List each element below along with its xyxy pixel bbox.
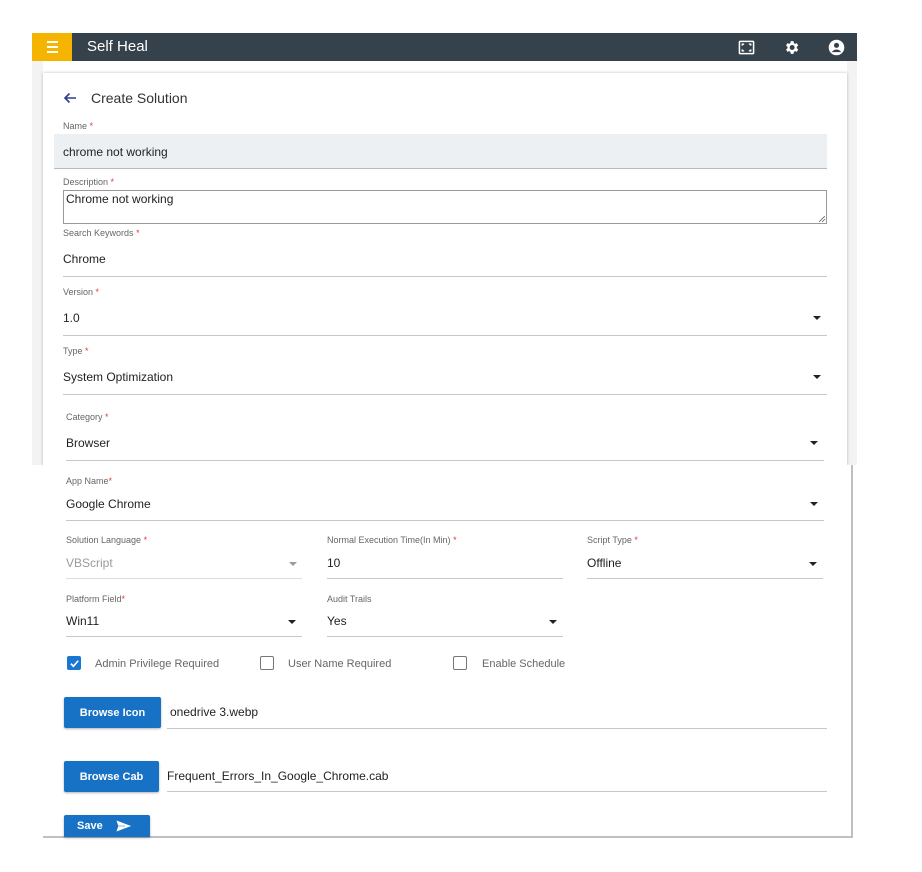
menu-button[interactable]	[32, 33, 72, 61]
app-name-select[interactable]: Google Chrome	[66, 497, 151, 511]
description-label: Description *	[63, 177, 115, 187]
audit-underline	[327, 636, 563, 637]
exec-time-label: Normal Execution Time(In Min) *	[327, 535, 457, 545]
username-required-checkbox[interactable]	[260, 656, 274, 670]
app-name-label: App Name*	[66, 476, 113, 486]
left-gutter	[32, 61, 43, 465]
fullscreen-icon[interactable]	[738, 39, 755, 56]
version-underline	[63, 335, 827, 336]
app-title: Self Heal	[87, 38, 148, 55]
name-field[interactable]	[54, 134, 827, 169]
chevron-down-icon[interactable]	[289, 562, 297, 566]
category-label: Category *	[66, 412, 109, 422]
chevron-down-icon[interactable]	[813, 316, 821, 320]
check-icon	[69, 659, 79, 667]
chevron-down-icon[interactable]	[810, 441, 818, 445]
platform-label: Platform Field*	[66, 594, 126, 604]
enable-schedule-checkbox[interactable]	[453, 656, 467, 670]
icon-file-name: onedrive 3.webp	[170, 705, 259, 719]
save-button[interactable]: Save	[64, 815, 150, 837]
solution-language-label: Solution Language *	[66, 535, 148, 545]
save-label: Save	[77, 820, 103, 832]
chevron-down-icon[interactable]	[809, 562, 817, 566]
platform-select[interactable]: Win11	[66, 614, 99, 628]
keywords-input[interactable]: Chrome	[63, 252, 106, 266]
name-value: chrome not working	[63, 145, 168, 159]
enable-schedule-label: Enable Schedule	[482, 658, 566, 670]
keywords-label: Search Keywords *	[63, 228, 140, 238]
script-type-label: Script Type *	[587, 535, 638, 545]
admin-privilege-checkbox[interactable]	[67, 656, 81, 670]
audit-label: Audit Trails	[327, 594, 372, 604]
chevron-down-icon[interactable]	[288, 620, 296, 624]
script-type-select[interactable]: Offline	[587, 556, 621, 570]
icon-file-underline	[167, 728, 827, 729]
type-label: Type *	[63, 346, 89, 356]
keywords-underline	[63, 276, 827, 277]
account-icon[interactable]	[828, 39, 845, 56]
category-underline	[66, 460, 824, 461]
gear-icon[interactable]	[783, 39, 800, 56]
browse-icon-button[interactable]: Browse Icon	[64, 697, 161, 728]
browse-cab-button[interactable]: Browse Cab	[64, 761, 159, 792]
solution-language-underline	[66, 578, 302, 579]
arrow-left-icon[interactable]	[62, 90, 78, 106]
platform-underline	[66, 636, 302, 637]
chevron-down-icon[interactable]	[810, 502, 818, 506]
description-value: Chrome not working	[66, 192, 174, 206]
app-header: Self Heal	[32, 33, 857, 61]
exec-time-input[interactable]: 10	[327, 556, 340, 570]
cab-file-underline	[167, 791, 827, 792]
audit-select[interactable]: Yes	[327, 614, 347, 628]
solution-language-select[interactable]: VBScript	[66, 556, 113, 570]
version-select[interactable]: 1.0	[63, 311, 80, 325]
cab-file-name: Frequent_Errors_In_Google_Chrome.cab	[167, 769, 389, 783]
category-select[interactable]: Browser	[66, 436, 110, 450]
form-card-top	[43, 73, 847, 465]
username-required-label: User Name Required	[288, 658, 392, 670]
version-label: Version *	[63, 287, 100, 297]
name-label: Name *	[63, 121, 94, 131]
chevron-down-icon[interactable]	[813, 375, 821, 379]
right-gutter	[847, 61, 857, 465]
description-textarea[interactable]: Chrome not working	[63, 190, 827, 224]
resize-handle-icon[interactable]	[819, 216, 825, 222]
script-type-underline	[587, 578, 823, 579]
menu-icon	[46, 40, 58, 55]
admin-privilege-label: Admin Privilege Required	[95, 658, 220, 670]
chevron-down-icon[interactable]	[549, 620, 557, 624]
app-name-underline	[66, 520, 824, 521]
send-icon	[115, 819, 133, 833]
page-title: Create Solution	[91, 90, 188, 106]
type-underline	[63, 394, 827, 395]
type-select[interactable]: System Optimization	[63, 370, 173, 384]
exec-time-underline	[327, 578, 563, 579]
